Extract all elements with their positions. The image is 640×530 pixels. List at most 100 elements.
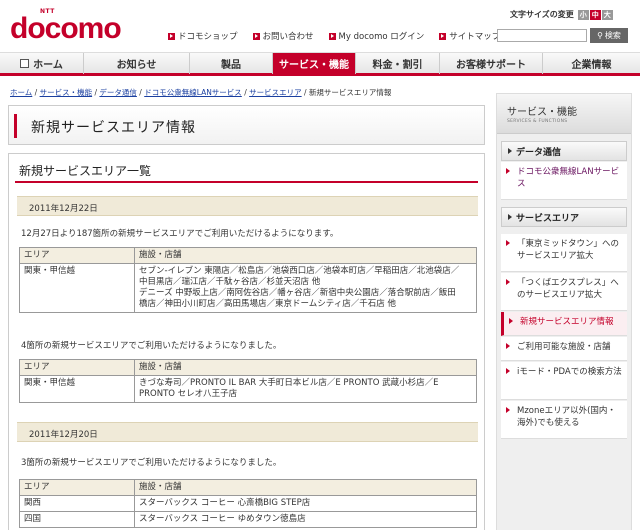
cell-area: 関東・甲信越 [19,263,135,313]
top-links: ドコモショップ お問い合わせ My docomo ログイン サイトマップ [168,30,515,42]
section-underline [15,181,478,183]
area-table: エリア 施設・店舗 関東・甲信越 きづな寿司／PRONTO IL BAR 大手町… [19,359,477,403]
nav-tab-label: お客様サポート [456,60,526,71]
cell-area: 関西 [19,495,135,512]
nav-tab-services[interactable]: サービス・機能 [273,53,356,74]
link-label: My docomo ログイン [338,32,425,42]
sidebar-item-label: 新規サービスエリア情報 [520,317,614,327]
font-size-large-button[interactable]: 大 [601,9,613,20]
nav-tab-home[interactable]: ホーム [0,53,84,74]
nav-tab-corporate[interactable]: 企業情報 [543,53,640,74]
sidebar-item-mzone[interactable]: Mzoneエリア以外(国内・海外)でも使える [501,401,627,439]
sidebar-title: サービス・機能 [507,107,577,118]
nav-tab-pricing[interactable]: 料金・割引 [356,53,440,74]
font-size-control: 文字サイズの変更 小 中 大 [510,9,613,20]
title-accent-bar [14,114,17,138]
facility-line: きづな寿司／PRONTO IL BAR 大手町日本ビル店／E PRONTO 武蔵… [139,378,439,388]
col-header-area: エリア [19,359,135,376]
area-table: エリア 施設・店舗 関西 スターバックス コーヒー 心斎橋BIG STEP店 四… [19,479,477,528]
sidebar-item-new-area[interactable]: 新規サービスエリア情報 [501,312,627,336]
search-button-label: 検索 [604,31,621,40]
sidebar-item-label: iモード・PDAでの検索方法 [517,367,622,377]
nav-tab-news[interactable]: お知らせ [84,53,190,74]
arrow-icon [252,32,260,40]
table-header-row: エリア 施設・店舗 [19,247,477,264]
search-input[interactable] [497,29,587,42]
date-header: 2011年12月22日 [17,196,478,216]
intro-text: 12月27日より187箇所の新規サービスエリアでご利用いただけるようになります。 [21,229,339,239]
triangle-right-icon [508,148,512,154]
main-content: 新規サービスエリア一覧 2011年12月22日 12月27日より187箇所の新規… [8,153,485,530]
font-size-small-button[interactable]: 小 [577,9,589,20]
sidebar-item-wlan[interactable]: ドコモ公衆無線LANサービス [501,162,627,200]
arrow-right-icon [506,343,510,349]
arrow-right-icon [506,168,510,174]
breadcrumb-separator: / [244,88,247,97]
sidebar-item-label: ご利用可能な施設・店舗 [517,342,611,352]
sidebar-category-area[interactable]: サービスエリア [501,207,627,227]
sidebar-item-label: ドコモ公衆無線LANサービス [517,167,620,189]
nav-tab-label: お知らせ [116,60,157,71]
breadcrumb: ホーム / サービス・機能 / データ通信 / ドコモ公衆無線LANサービス /… [10,87,391,98]
date-label: 2011年12月22日 [29,204,98,214]
facility-line: デニーズ 中野坂上店／南阿佐谷店／幡ヶ谷店／新宿中央公園店／落合駅前店／飯田 [139,288,456,298]
arrow-icon [439,32,447,40]
col-header-facility: 施設・店舗 [134,247,477,264]
breadcrumb-link-home[interactable]: ホーム [10,88,32,97]
table-row: 関東・甲信越 セブン-イレブン 東陽店／松島店／池袋西口店／池袋本町店／早稲田店… [19,263,477,313]
link-label: ドコモショップ [178,32,238,42]
facility-line: 中目黒店／瑞江店／千駄ヶ谷店／杉並天沼店 他 [139,277,321,287]
table-row: 関東・甲信越 きづな寿司／PRONTO IL BAR 大手町日本ビル店／E PR… [19,375,477,403]
sidebar-category-label: データ通信 [516,147,562,158]
nav-tab-label: 料金・割引 [372,60,423,71]
col-header-area: エリア [19,479,135,496]
sidebar-item-label: 「東京ミッドタウン」へのサービスエリア拡大 [517,239,620,261]
nav-tab-support[interactable]: お客様サポート [440,53,543,74]
cell-facility: スターバックス コーヒー ゆめタウン徳島店 [134,511,477,528]
page: NTT docomo ドコモショップ お問い合わせ My docomo ログイン… [0,0,640,530]
sidebar-item-tsukuba[interactable]: 「つくばエクスプレス」へのサービスエリア拡大 [501,273,627,311]
breadcrumb-separator: / [304,88,307,97]
page-title-box: 新規サービスエリア情報 [8,105,485,145]
arrow-right-icon [506,279,510,285]
breadcrumb-link-services[interactable]: サービス・機能 [40,88,93,97]
nav-tab-label: サービス・機能 [279,60,349,71]
breadcrumb-separator: / [34,88,38,97]
area-table: エリア 施設・店舗 関東・甲信越 セブン-イレブン 東陽店／松島店／池袋西口店／… [19,247,477,313]
link-my-docomo-login[interactable]: My docomo ログイン [328,30,425,42]
table-row: 関西 スターバックス コーヒー 心斎橋BIG STEP店 [19,495,477,512]
arrow-icon [328,32,336,40]
sidebar-subtitle: SERVICES & FUNCTIONS [507,119,568,124]
page-title: 新規サービスエリア情報 [31,120,196,136]
sidebar-item-search-method[interactable]: iモード・PDAでの検索方法 [501,362,627,400]
link-label: お問い合わせ [262,32,314,42]
breadcrumb-current: 新規サービスエリア情報 [308,88,392,97]
nav-tab-label: 製品 [221,60,241,71]
link-docomo-shop[interactable]: ドコモショップ [168,30,238,42]
cell-area: 関東・甲信越 [19,375,135,403]
section-title: 新規サービスエリア一覧 [19,164,152,178]
arrow-right-icon [506,368,510,374]
breadcrumb-separator: / [139,88,142,97]
breadcrumb-link-area[interactable]: サービスエリア [249,88,302,97]
intro-text: 3箇所の新規サービスエリアでご利用いただけるようになりました。 [21,458,282,468]
date-label: 2011年12月20日 [29,430,98,440]
font-size-medium-button[interactable]: 中 [589,9,601,20]
col-header-facility: 施設・店舗 [134,359,477,376]
breadcrumb-separator: / [94,88,98,97]
link-contact[interactable]: お問い合わせ [252,30,314,42]
link-sitemap[interactable]: サイトマップ [439,30,500,42]
sidebar-item-facilities[interactable]: ご利用可能な施設・店舗 [501,337,627,361]
breadcrumb-link-wlan[interactable]: ドコモ公衆無線LANサービス [144,88,242,97]
breadcrumb-link-data[interactable]: データ通信 [99,88,137,97]
logo-name: docomo [10,12,122,45]
sidebar-category-data[interactable]: データ通信 [501,141,627,161]
cell-facility: セブン-イレブン 東陽店／松島店／池袋西口店／池袋本町店／早稲田店／北池袋店／ … [134,263,477,313]
cell-facility: スターバックス コーヒー 心斎橋BIG STEP店 [134,495,477,512]
sidebar-item-midtown[interactable]: 「東京ミッドタウン」へのサービスエリア拡大 [501,234,627,272]
facility-line: スターバックス コーヒー 心斎橋BIG STEP店 [139,498,311,508]
nav-tab-products[interactable]: 製品 [190,53,273,74]
triangle-right-icon [508,214,512,220]
table-header-row: エリア 施設・店舗 [19,479,477,496]
search-button[interactable]: ⚲ 検索 [590,28,628,43]
